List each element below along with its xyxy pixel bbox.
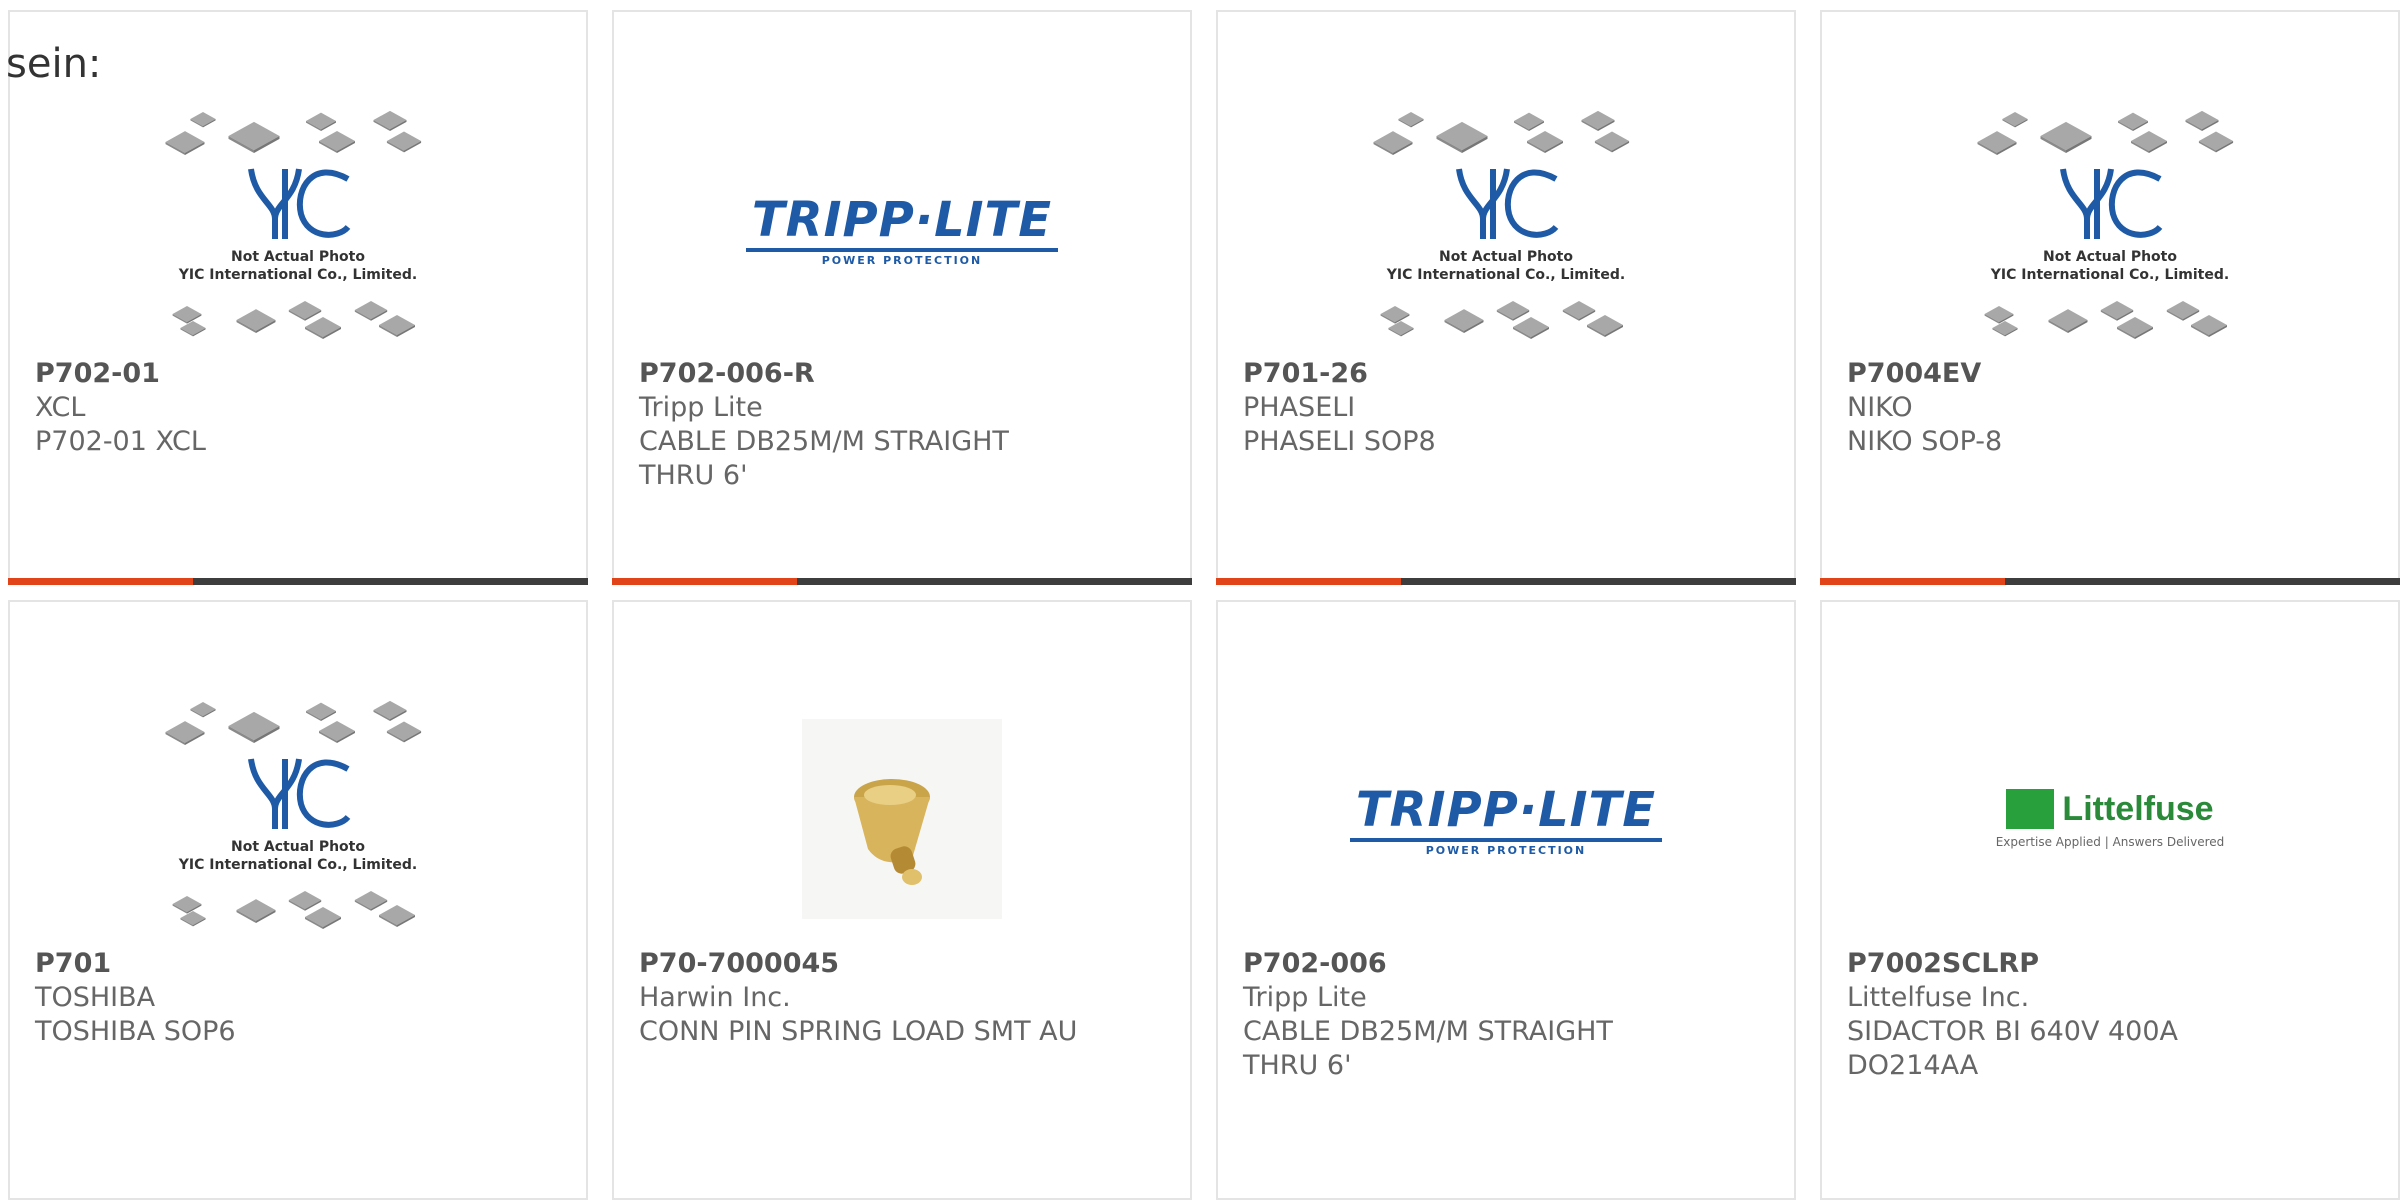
tripp-lite-logo: TRIPP·LITE POWER PROTECTION: [1218, 694, 1794, 944]
tripp-lite-logo: TRIPP·LITE POWER PROTECTION: [614, 104, 1190, 354]
littelfuse-name: Littelfuse: [2062, 789, 2214, 828]
product-image-placeholder: Not Actual Photo YIC International Co., …: [10, 104, 586, 354]
description: PHASELI SOP8: [1243, 426, 1436, 457]
placeholder-line1: Not Actual Photo: [231, 249, 365, 265]
description: NIKO SOP-8: [1847, 426, 2003, 457]
product-card[interactable]: Littelfuse Expertise Applied | Answers D…: [1820, 600, 2400, 1200]
tripp-lite-tagline: POWER PROTECTION: [821, 253, 983, 267]
product-image-placeholder: Not Actual Photo YIC International Co., …: [10, 694, 586, 944]
product-card[interactable]: Not Actual Photo YIC International Co., …: [1820, 10, 2400, 585]
part-number[interactable]: P7004EV: [1847, 357, 2378, 391]
product-card[interactable]: Not Actual Photo YIC International Co., …: [8, 600, 588, 1200]
placeholder-line1: Not Actual Photo: [1439, 249, 1573, 265]
manufacturer: Littelfuse Inc.: [1847, 982, 2030, 1013]
part-number[interactable]: P70-7000045: [639, 947, 1170, 981]
manufacturer: Tripp Lite: [1243, 982, 1367, 1013]
product-image-placeholder: Not Actual Photo YIC International Co., …: [1822, 104, 2398, 354]
littelfuse-tagline: Expertise Applied | Answers Delivered: [1995, 835, 2225, 849]
tripp-lite-name: TRIPP·LITE: [745, 192, 1059, 252]
product-card[interactable]: Not Actual Photo YIC International Co., …: [1216, 10, 1796, 585]
product-image-placeholder: Not Actual Photo YIC International Co., …: [1218, 104, 1794, 354]
product-card[interactable]: P70-7000045 Harwin Inc. CONN PIN SPRING …: [612, 600, 1192, 1200]
description: CONN PIN SPRING LOAD SMT AU: [639, 1016, 1078, 1047]
product-card[interactable]: TRIPP·LITE POWER PROTECTION P702-006-R T…: [612, 10, 1192, 585]
card-accent-bar: [612, 578, 1192, 585]
littelfuse-logo: Littelfuse Expertise Applied | Answers D…: [1822, 694, 2398, 944]
tripp-lite-name: TRIPP·LITE: [1349, 782, 1663, 842]
part-number[interactable]: P7002SCLRP: [1847, 947, 2378, 981]
part-number[interactable]: P702-006-R: [639, 357, 1170, 391]
description: P702-01 XCL: [35, 426, 206, 457]
card-accent-bar: [8, 578, 588, 585]
placeholder-line2: YIC International Co., Limited.: [178, 267, 417, 283]
card-accent-bar: [1216, 578, 1796, 585]
product-card[interactable]: Not Actual Photo YIC International Co., …: [8, 10, 588, 585]
tripp-lite-tagline: POWER PROTECTION: [1425, 843, 1587, 857]
manufacturer: Tripp Lite: [639, 392, 763, 423]
manufacturer: TOSHIBA: [35, 982, 156, 1013]
placeholder-line2: YIC International Co., Limited.: [1990, 267, 2229, 283]
spring-pin-photo: [614, 694, 1190, 944]
placeholder-line1: Not Actual Photo: [2043, 249, 2177, 265]
description: TOSHIBA SOP6: [35, 1016, 236, 1047]
littelfuse-mark-icon: [2006, 789, 2055, 829]
description: SIDACTOR BI 640V 400A DO214AA: [1847, 1016, 2179, 1081]
intro-text: sein:: [6, 41, 102, 87]
description: CABLE DB25M/M STRAIGHT THRU 6': [1243, 1016, 1613, 1081]
manufacturer: Harwin Inc.: [639, 982, 791, 1013]
product-card[interactable]: TRIPP·LITE POWER PROTECTION P702-006 Tri…: [1216, 600, 1796, 1200]
part-number[interactable]: P702-01: [35, 357, 566, 391]
manufacturer: XCL: [35, 392, 86, 423]
card-accent-bar: [1820, 578, 2400, 585]
part-number[interactable]: P701-26: [1243, 357, 1774, 391]
manufacturer: NIKO: [1847, 392, 1913, 423]
manufacturer: PHASELI: [1243, 392, 1356, 423]
placeholder-line2: YIC International Co., Limited.: [1386, 267, 1625, 283]
part-number[interactable]: P701: [35, 947, 566, 981]
part-number[interactable]: P702-006: [1243, 947, 1774, 981]
placeholder-line1: Not Actual Photo: [231, 839, 365, 855]
placeholder-line2: YIC International Co., Limited.: [178, 857, 417, 873]
description: CABLE DB25M/M STRAIGHT THRU 6': [639, 426, 1009, 491]
